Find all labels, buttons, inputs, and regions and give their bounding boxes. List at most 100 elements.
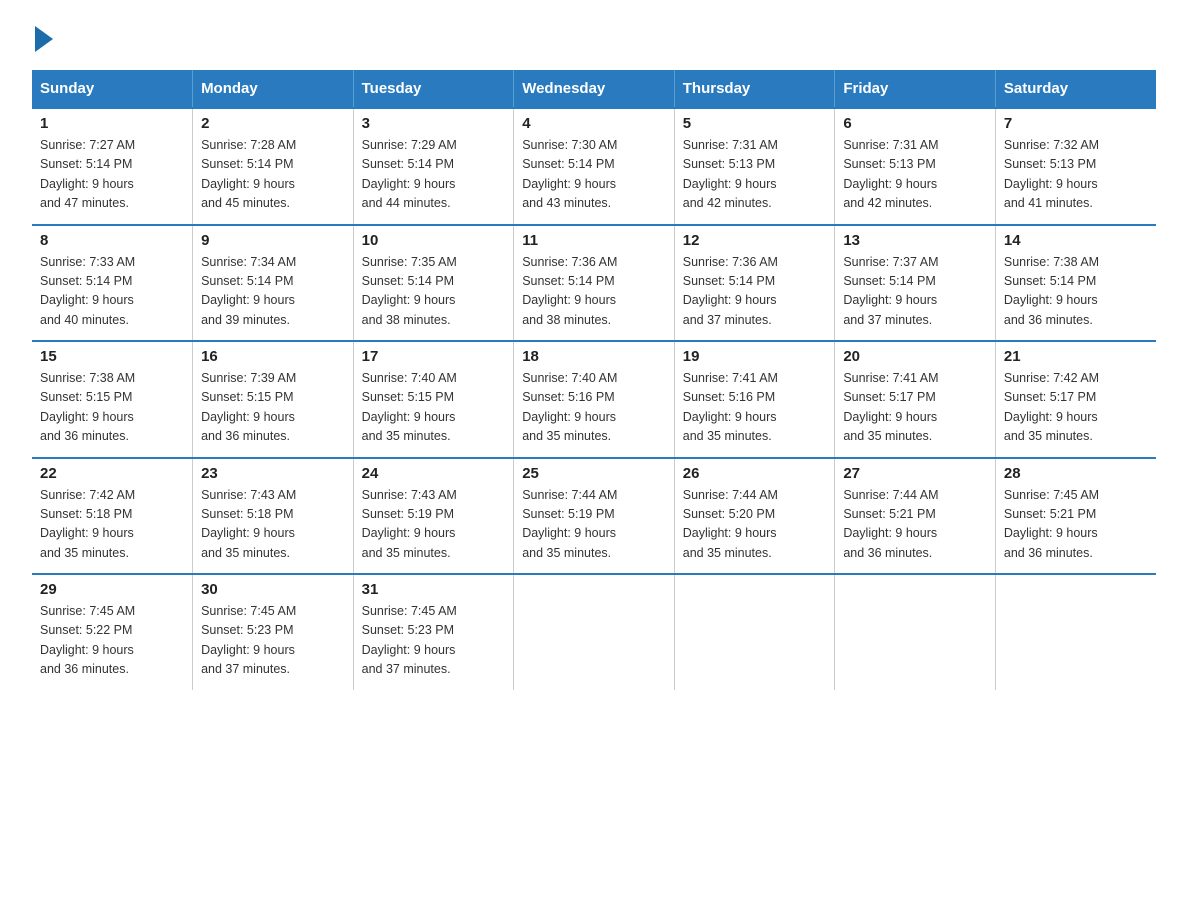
day-number: 14 — [1004, 232, 1148, 249]
calendar-cell: 2 Sunrise: 7:28 AM Sunset: 5:14 PM Dayli… — [193, 108, 354, 225]
day-info: Sunrise: 7:28 AM Sunset: 5:14 PM Dayligh… — [201, 136, 345, 214]
calendar-cell: 18 Sunrise: 7:40 AM Sunset: 5:16 PM Dayl… — [514, 341, 675, 458]
calendar-cell: 29 Sunrise: 7:45 AM Sunset: 5:22 PM Dayl… — [32, 574, 193, 690]
week-row-2: 8 Sunrise: 7:33 AM Sunset: 5:14 PM Dayli… — [32, 225, 1156, 342]
header-monday: Monday — [193, 70, 354, 108]
day-number: 11 — [522, 232, 666, 249]
header-saturday: Saturday — [995, 70, 1156, 108]
day-info: Sunrise: 7:40 AM Sunset: 5:15 PM Dayligh… — [362, 369, 506, 447]
calendar-cell: 1 Sunrise: 7:27 AM Sunset: 5:14 PM Dayli… — [32, 108, 193, 225]
day-info: Sunrise: 7:39 AM Sunset: 5:15 PM Dayligh… — [201, 369, 345, 447]
day-info: Sunrise: 7:35 AM Sunset: 5:14 PM Dayligh… — [362, 253, 506, 331]
calendar-cell: 14 Sunrise: 7:38 AM Sunset: 5:14 PM Dayl… — [995, 225, 1156, 342]
day-number: 4 — [522, 115, 666, 132]
day-number: 15 — [40, 348, 184, 365]
day-number: 27 — [843, 465, 987, 482]
day-number: 1 — [40, 115, 184, 132]
day-info: Sunrise: 7:42 AM Sunset: 5:17 PM Dayligh… — [1004, 369, 1148, 447]
day-info: Sunrise: 7:27 AM Sunset: 5:14 PM Dayligh… — [40, 136, 184, 214]
calendar-cell: 11 Sunrise: 7:36 AM Sunset: 5:14 PM Dayl… — [514, 225, 675, 342]
calendar-cell: 10 Sunrise: 7:35 AM Sunset: 5:14 PM Dayl… — [353, 225, 514, 342]
day-number: 9 — [201, 232, 345, 249]
day-info: Sunrise: 7:36 AM Sunset: 5:14 PM Dayligh… — [683, 253, 827, 331]
day-number: 17 — [362, 348, 506, 365]
calendar-body: 1 Sunrise: 7:27 AM Sunset: 5:14 PM Dayli… — [32, 108, 1156, 690]
day-number: 29 — [40, 581, 184, 598]
day-info: Sunrise: 7:36 AM Sunset: 5:14 PM Dayligh… — [522, 253, 666, 331]
day-info: Sunrise: 7:43 AM Sunset: 5:19 PM Dayligh… — [362, 486, 506, 564]
day-number: 8 — [40, 232, 184, 249]
week-row-5: 29 Sunrise: 7:45 AM Sunset: 5:22 PM Dayl… — [32, 574, 1156, 690]
day-number: 26 — [683, 465, 827, 482]
day-info: Sunrise: 7:45 AM Sunset: 5:23 PM Dayligh… — [201, 602, 345, 680]
day-number: 22 — [40, 465, 184, 482]
day-number: 25 — [522, 465, 666, 482]
week-row-1: 1 Sunrise: 7:27 AM Sunset: 5:14 PM Dayli… — [32, 108, 1156, 225]
day-number: 31 — [362, 581, 506, 598]
week-row-4: 22 Sunrise: 7:42 AM Sunset: 5:18 PM Dayl… — [32, 458, 1156, 575]
day-info: Sunrise: 7:33 AM Sunset: 5:14 PM Dayligh… — [40, 253, 184, 331]
day-number: 13 — [843, 232, 987, 249]
logo-arrow-icon — [35, 26, 53, 52]
day-number: 23 — [201, 465, 345, 482]
day-number: 16 — [201, 348, 345, 365]
calendar-header: SundayMondayTuesdayWednesdayThursdayFrid… — [32, 70, 1156, 108]
calendar-cell: 12 Sunrise: 7:36 AM Sunset: 5:14 PM Dayl… — [674, 225, 835, 342]
week-row-3: 15 Sunrise: 7:38 AM Sunset: 5:15 PM Dayl… — [32, 341, 1156, 458]
day-number: 30 — [201, 581, 345, 598]
day-number: 6 — [843, 115, 987, 132]
calendar-cell: 3 Sunrise: 7:29 AM Sunset: 5:14 PM Dayli… — [353, 108, 514, 225]
day-info: Sunrise: 7:38 AM Sunset: 5:14 PM Dayligh… — [1004, 253, 1148, 331]
calendar-cell — [674, 574, 835, 690]
day-info: Sunrise: 7:44 AM Sunset: 5:20 PM Dayligh… — [683, 486, 827, 564]
calendar-cell: 20 Sunrise: 7:41 AM Sunset: 5:17 PM Dayl… — [835, 341, 996, 458]
calendar-cell: 5 Sunrise: 7:31 AM Sunset: 5:13 PM Dayli… — [674, 108, 835, 225]
day-number: 18 — [522, 348, 666, 365]
day-number: 12 — [683, 232, 827, 249]
day-info: Sunrise: 7:38 AM Sunset: 5:15 PM Dayligh… — [40, 369, 184, 447]
day-info: Sunrise: 7:43 AM Sunset: 5:18 PM Dayligh… — [201, 486, 345, 564]
day-number: 5 — [683, 115, 827, 132]
calendar-cell: 21 Sunrise: 7:42 AM Sunset: 5:17 PM Dayl… — [995, 341, 1156, 458]
day-number: 10 — [362, 232, 506, 249]
header-sunday: Sunday — [32, 70, 193, 108]
calendar-cell: 13 Sunrise: 7:37 AM Sunset: 5:14 PM Dayl… — [835, 225, 996, 342]
calendar-cell — [835, 574, 996, 690]
calendar-cell: 16 Sunrise: 7:39 AM Sunset: 5:15 PM Dayl… — [193, 341, 354, 458]
day-info: Sunrise: 7:42 AM Sunset: 5:18 PM Dayligh… — [40, 486, 184, 564]
day-number: 21 — [1004, 348, 1148, 365]
day-info: Sunrise: 7:34 AM Sunset: 5:14 PM Dayligh… — [201, 253, 345, 331]
day-info: Sunrise: 7:37 AM Sunset: 5:14 PM Dayligh… — [843, 253, 987, 331]
calendar-cell: 30 Sunrise: 7:45 AM Sunset: 5:23 PM Dayl… — [193, 574, 354, 690]
day-info: Sunrise: 7:29 AM Sunset: 5:14 PM Dayligh… — [362, 136, 506, 214]
calendar-cell: 26 Sunrise: 7:44 AM Sunset: 5:20 PM Dayl… — [674, 458, 835, 575]
day-number: 3 — [362, 115, 506, 132]
day-info: Sunrise: 7:31 AM Sunset: 5:13 PM Dayligh… — [683, 136, 827, 214]
calendar-cell: 19 Sunrise: 7:41 AM Sunset: 5:16 PM Dayl… — [674, 341, 835, 458]
header-row: SundayMondayTuesdayWednesdayThursdayFrid… — [32, 70, 1156, 108]
header-thursday: Thursday — [674, 70, 835, 108]
calendar-table: SundayMondayTuesdayWednesdayThursdayFrid… — [32, 70, 1156, 690]
page-header — [32, 24, 1156, 52]
day-info: Sunrise: 7:44 AM Sunset: 5:21 PM Dayligh… — [843, 486, 987, 564]
calendar-cell — [514, 574, 675, 690]
day-info: Sunrise: 7:41 AM Sunset: 5:16 PM Dayligh… — [683, 369, 827, 447]
day-info: Sunrise: 7:32 AM Sunset: 5:13 PM Dayligh… — [1004, 136, 1148, 214]
calendar-cell: 22 Sunrise: 7:42 AM Sunset: 5:18 PM Dayl… — [32, 458, 193, 575]
calendar-cell: 31 Sunrise: 7:45 AM Sunset: 5:23 PM Dayl… — [353, 574, 514, 690]
calendar-cell: 28 Sunrise: 7:45 AM Sunset: 5:21 PM Dayl… — [995, 458, 1156, 575]
calendar-cell: 4 Sunrise: 7:30 AM Sunset: 5:14 PM Dayli… — [514, 108, 675, 225]
day-info: Sunrise: 7:41 AM Sunset: 5:17 PM Dayligh… — [843, 369, 987, 447]
day-number: 20 — [843, 348, 987, 365]
day-info: Sunrise: 7:31 AM Sunset: 5:13 PM Dayligh… — [843, 136, 987, 214]
calendar-cell: 6 Sunrise: 7:31 AM Sunset: 5:13 PM Dayli… — [835, 108, 996, 225]
calendar-cell: 24 Sunrise: 7:43 AM Sunset: 5:19 PM Dayl… — [353, 458, 514, 575]
header-friday: Friday — [835, 70, 996, 108]
calendar-cell — [995, 574, 1156, 690]
calendar-cell: 9 Sunrise: 7:34 AM Sunset: 5:14 PM Dayli… — [193, 225, 354, 342]
calendar-cell: 27 Sunrise: 7:44 AM Sunset: 5:21 PM Dayl… — [835, 458, 996, 575]
header-wednesday: Wednesday — [514, 70, 675, 108]
calendar-cell: 23 Sunrise: 7:43 AM Sunset: 5:18 PM Dayl… — [193, 458, 354, 575]
day-info: Sunrise: 7:45 AM Sunset: 5:21 PM Dayligh… — [1004, 486, 1148, 564]
calendar-cell: 7 Sunrise: 7:32 AM Sunset: 5:13 PM Dayli… — [995, 108, 1156, 225]
